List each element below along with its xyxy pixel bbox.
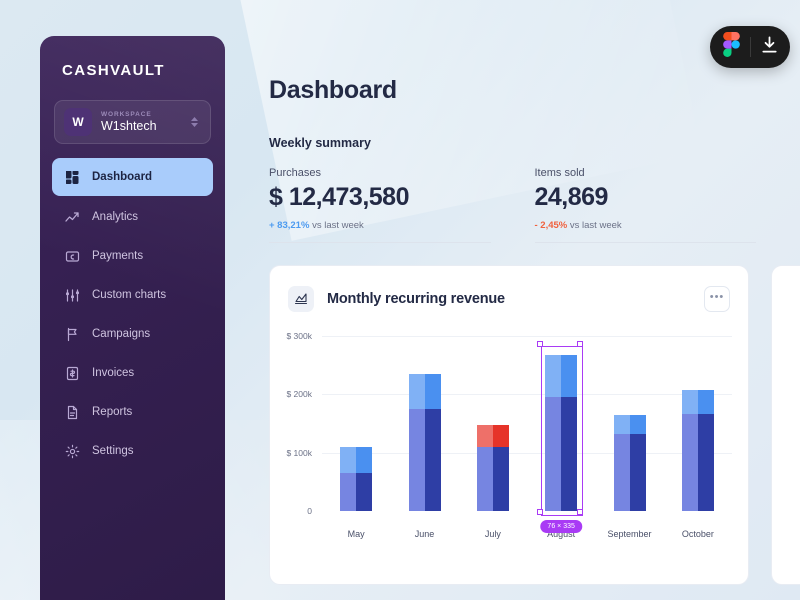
sidebar-item-label: Dashboard [92, 171, 152, 183]
bar-october[interactable] [682, 390, 714, 511]
gridline [322, 336, 732, 337]
cards-row: Monthly recurring revenue ••• 0 $ 100k $ 2… [269, 265, 800, 585]
bar-top-face [340, 444, 372, 450]
selection-resize-handle[interactable] [537, 509, 543, 515]
divider [750, 37, 751, 57]
bar-segment-increment [682, 390, 714, 413]
sidebar-nav: Dashboard Analytics Payments [40, 158, 225, 469]
trend-up-icon [63, 208, 81, 226]
page-title: Dashboard [269, 76, 800, 105]
main-content: Dashboard Weekly summary Purchases $ 12,… [225, 0, 800, 600]
bar-top-face [477, 421, 509, 427]
workspace-name: W1shtech [101, 119, 191, 133]
stat-delta: + 83,21% vs last week [269, 220, 491, 231]
x-axis-tick-label: October [682, 529, 714, 539]
stat-label: Items sold [535, 167, 757, 179]
divider [269, 242, 491, 243]
stat-card-items-sold: Items sold 24,869 - 2,45% vs last week [535, 167, 757, 243]
stat-label: Purchases [269, 167, 491, 179]
chart-card-monthly-recurring-revenue: Monthly recurring revenue ••• 0 $ 100k $ 2… [269, 265, 749, 585]
sliders-icon [63, 286, 81, 304]
summary-stats: Purchases $ 12,473,580 + 83,21% vs last … [269, 167, 800, 243]
sidebar-item-label: Payments [92, 250, 143, 262]
sidebar-item-label: Analytics [92, 211, 138, 223]
bar-segment-base [477, 447, 509, 511]
sidebar-item-reports[interactable]: Reports [52, 394, 213, 430]
card-title: Monthly recurring revenue [327, 291, 505, 307]
stat-value: $ 12,473,580 [269, 183, 491, 212]
gridline [322, 453, 732, 454]
sidebar-item-label: Settings [92, 445, 134, 457]
app-logo-text: CASHVAULT [62, 62, 165, 79]
stat-delta-value: + 83,21% [269, 220, 309, 231]
divider [535, 242, 757, 243]
sidebar-item-label: Campaigns [92, 328, 150, 340]
bar-segment-base [614, 434, 646, 511]
sidebar-item-label: Reports [92, 406, 132, 418]
x-axis-tick-label: May [348, 529, 365, 539]
y-axis-tick-label: $ 300k [286, 331, 312, 341]
stat-delta-suffix: vs last week [312, 220, 364, 231]
bar-segment-base [409, 409, 441, 511]
app-logo: CASHVAULT [40, 36, 225, 79]
chart-card-secondary [771, 265, 800, 585]
bar-top-face [614, 412, 646, 418]
bar-chart: 0$ 100k$ 200k$ 300kMayJuneJulyAugust76 ×… [270, 326, 750, 586]
bar-segment-base [682, 414, 714, 511]
card-header: Monthly recurring revenue ••• [270, 266, 748, 312]
bar-segment-increment [409, 374, 441, 409]
x-axis-tick-label: July [485, 529, 501, 539]
card-icon [63, 247, 81, 265]
document-icon [63, 403, 81, 421]
y-axis-tick-label: $ 200k [286, 389, 312, 399]
y-axis-tick-label: 0 [307, 506, 312, 516]
selection-size-badge: 76 × 335 [540, 520, 581, 533]
figma-badge[interactable] [710, 26, 790, 68]
sidebar: CASHVAULT W WORKSPACE W1shtech Dashboard [40, 36, 225, 600]
bar-july[interactable] [477, 425, 509, 511]
card-menu-button[interactable]: ••• [704, 286, 730, 312]
y-axis-tick-label: $ 100k [286, 448, 312, 458]
selection-resize-handle[interactable] [577, 509, 583, 515]
selection-bounding-box[interactable] [541, 346, 583, 516]
gridline [322, 394, 732, 395]
bar-top-face [682, 387, 714, 393]
x-axis-tick-label: June [415, 529, 435, 539]
area-chart-icon [288, 286, 314, 312]
stat-card-purchases: Purchases $ 12,473,580 + 83,21% vs last … [269, 167, 491, 243]
stat-delta: - 2,45% vs last week [535, 220, 757, 231]
chevron-updown-icon [191, 117, 201, 127]
workspace-label: WORKSPACE [101, 111, 191, 118]
selection-resize-handle[interactable] [537, 341, 543, 347]
weekly-summary-heading: Weekly summary [269, 136, 800, 150]
download-icon[interactable] [761, 36, 778, 59]
sidebar-item-analytics[interactable]: Analytics [52, 199, 213, 235]
stat-value: 24,869 [535, 183, 757, 212]
gear-icon [63, 442, 81, 460]
bar-june[interactable] [409, 374, 441, 511]
workspace-selector[interactable]: W WORKSPACE W1shtech [54, 100, 211, 144]
bar-september[interactable] [614, 415, 646, 511]
invoice-icon [63, 364, 81, 382]
sidebar-item-label: Invoices [92, 367, 134, 379]
stat-delta-suffix: vs last week [570, 220, 622, 231]
sidebar-item-custom-charts[interactable]: Custom charts [52, 277, 213, 313]
grid-icon [63, 168, 81, 186]
sidebar-item-label: Custom charts [92, 289, 166, 301]
sidebar-item-invoices[interactable]: Invoices [52, 355, 213, 391]
sidebar-item-campaigns[interactable]: Campaigns [52, 316, 213, 352]
flag-icon [63, 325, 81, 343]
bar-may[interactable] [340, 447, 372, 511]
x-axis-tick-label: September [607, 529, 651, 539]
workspace-avatar: W [64, 108, 92, 136]
bar-segment-base [340, 473, 372, 511]
sidebar-item-payments[interactable]: Payments [52, 238, 213, 274]
selection-resize-handle[interactable] [577, 341, 583, 347]
sidebar-item-settings[interactable]: Settings [52, 433, 213, 469]
stat-delta-value: - 2,45% [535, 220, 568, 231]
bar-segment-increment [340, 447, 372, 473]
sidebar-item-dashboard[interactable]: Dashboard [52, 158, 213, 196]
figma-logo [723, 32, 740, 62]
bar-top-face [409, 371, 441, 377]
